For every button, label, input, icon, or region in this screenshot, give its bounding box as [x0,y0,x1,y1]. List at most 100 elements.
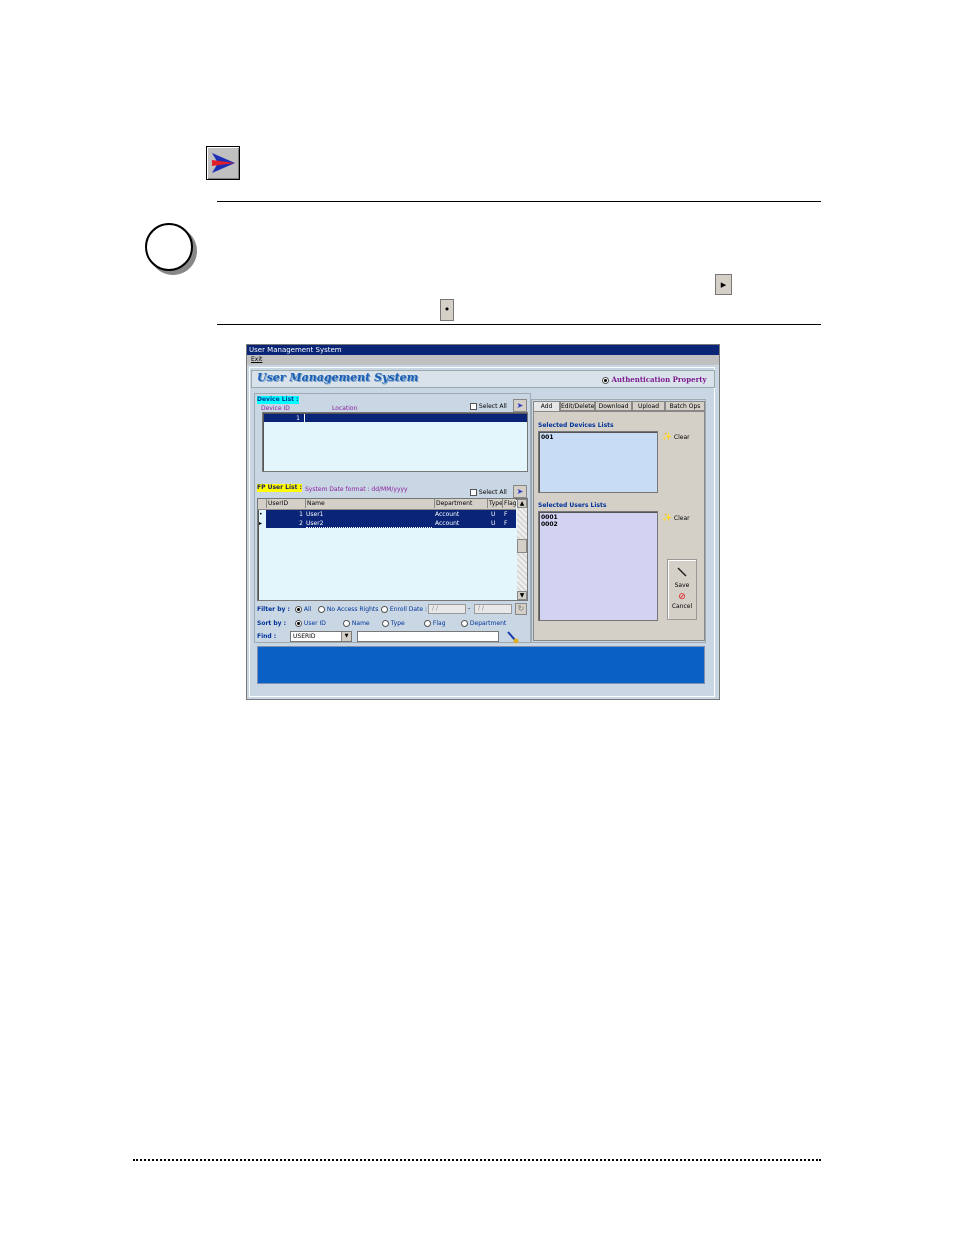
location-cell [304,414,305,422]
device-select-all[interactable]: Select All [470,403,507,411]
col-name: Name [305,499,435,508]
clear-devices-button[interactable]: ✨ Clear [662,433,690,442]
radio-icon [295,620,302,627]
chevron-down-icon[interactable]: ▼ [341,632,351,641]
tab-download[interactable]: Download [595,401,632,411]
expand-arrow-icon: ▸ [715,274,732,295]
selected-devices-list[interactable]: 001 [538,431,658,493]
arrow-right-icon [212,153,235,173]
divider-bottom [217,324,821,325]
filter-label: Filter by : [257,606,290,613]
radio-icon [381,606,388,613]
device-id-cell: 1 [296,415,300,422]
radio-icon [424,620,431,627]
save-button[interactable]: Save [668,563,696,589]
radio-icon [602,376,609,384]
note-circle-icon [145,223,193,271]
next-arrow-button[interactable] [206,146,240,180]
app-window: User Management System Exit User Managem… [246,344,720,700]
cancel-icon: ⊘ [678,592,686,602]
user-list-grid[interactable]: UserID Name Department Type Flag • 1 Use… [257,498,528,601]
sort-department-radio[interactable]: Department [461,620,506,628]
action-button-group: Save ⊘ Cancel [667,559,697,620]
refresh-icon[interactable]: ↻ [515,603,527,615]
tab-add[interactable]: Add [533,401,560,411]
divider-top [217,201,821,202]
selected-devices-label: Selected Devices Lists [538,422,614,429]
scroll-up-icon[interactable]: ▲ [517,499,527,508]
menu-bar: Exit [247,355,719,365]
col-type: Type [487,499,503,508]
radio-icon [461,620,468,627]
find-text-input[interactable] [357,631,499,642]
user-select-all[interactable]: Select All [470,489,507,497]
table-row[interactable]: ▸ 2 User2 Account U F [258,519,516,528]
find-search-icon[interactable] [506,629,520,644]
list-item: 001 [541,434,554,441]
checkbox-icon [470,403,477,410]
col-department: Department [434,499,488,508]
sort-type-radio[interactable]: Type [382,620,405,628]
tab-upload[interactable]: Upload [632,401,665,411]
filter-all-radio[interactable]: All [295,606,311,614]
cancel-button[interactable]: ⊘ Cancel [668,592,696,616]
list-item: 0002 [541,521,558,528]
flag-cell: F [504,511,508,518]
user-list-scrollbar[interactable]: ▲ ▼ [517,499,527,600]
type-cell: U [491,520,496,527]
user-id-cell: 1 [299,511,303,518]
filter-enroll-date-radio[interactable]: Enroll Date : [381,606,427,614]
radio-icon [318,606,325,613]
record-selector-dot-icon: • [440,299,454,321]
device-list-label: Device List : [257,396,299,404]
enroll-date-from-field[interactable]: / / [428,604,466,614]
sort-user-id-radio[interactable]: User ID [295,620,326,628]
window-title: User Management System [247,345,719,355]
enroll-date-to-field[interactable]: / / [474,604,512,614]
table-row[interactable]: 1 [264,414,527,422]
row-marker: ▸ [259,520,263,527]
device-list-arrow-button[interactable]: ➤ [513,399,527,412]
tab-edit-delete[interactable]: Edit/Delete [560,401,595,411]
clear-users-button[interactable]: ✨ Clear [662,514,690,523]
row-marker: • [259,511,263,518]
filter-no-access-radio[interactable]: No Access Rights [318,606,378,614]
user-grid-header: UserID Name Department Type Flag [258,499,517,510]
find-field-select[interactable]: USERID ▼ [290,631,352,642]
pencil-icon [677,567,687,577]
sort-name-radio[interactable]: Name [343,620,370,628]
table-row[interactable]: • 1 User1 Account U F [258,510,516,519]
name-cell: User1 [306,511,324,518]
tab-batch-ops[interactable]: Batch Ops [665,401,705,411]
radio-icon [295,606,302,613]
broom-icon: ✨ [662,432,672,441]
department-cell: Account [435,511,460,518]
find-label: Find : [257,633,277,640]
scroll-thumb[interactable] [517,539,527,553]
scroll-down-icon[interactable]: ▼ [517,591,527,600]
app-title: User Management System [257,371,419,384]
sort-flag-radio[interactable]: Flag [424,620,446,628]
date-format-note: System Date format : dd/MM/yyyy [305,486,408,493]
radio-icon [382,620,389,627]
col-flag: Flag [502,499,517,508]
sort-label: Sort by : [257,620,287,627]
col-user-id: UserID [266,499,306,508]
name-cell: User2 [306,519,432,528]
footer-dotted-rule [133,1159,821,1161]
flag-cell: F [504,520,508,527]
department-cell: Account [435,520,460,527]
user-list-arrow-button[interactable]: ➤ [513,485,527,498]
broom-icon: ✨ [662,513,672,522]
auth-property-radio[interactable]: Authentication Property [602,375,707,384]
menu-item-exit[interactable]: Exit [251,356,262,363]
user-id-cell: 2 [299,520,303,527]
checkbox-icon [470,489,477,496]
fp-user-list-label: FP User List : [257,484,302,492]
selected-users-label: Selected Users Lists [538,502,607,509]
status-bar [257,646,705,684]
date-separator: - [468,605,471,612]
selected-users-list[interactable]: 0001 0002 [538,511,658,621]
type-cell: U [491,511,496,518]
device-list-grid[interactable]: 1 [262,412,528,472]
